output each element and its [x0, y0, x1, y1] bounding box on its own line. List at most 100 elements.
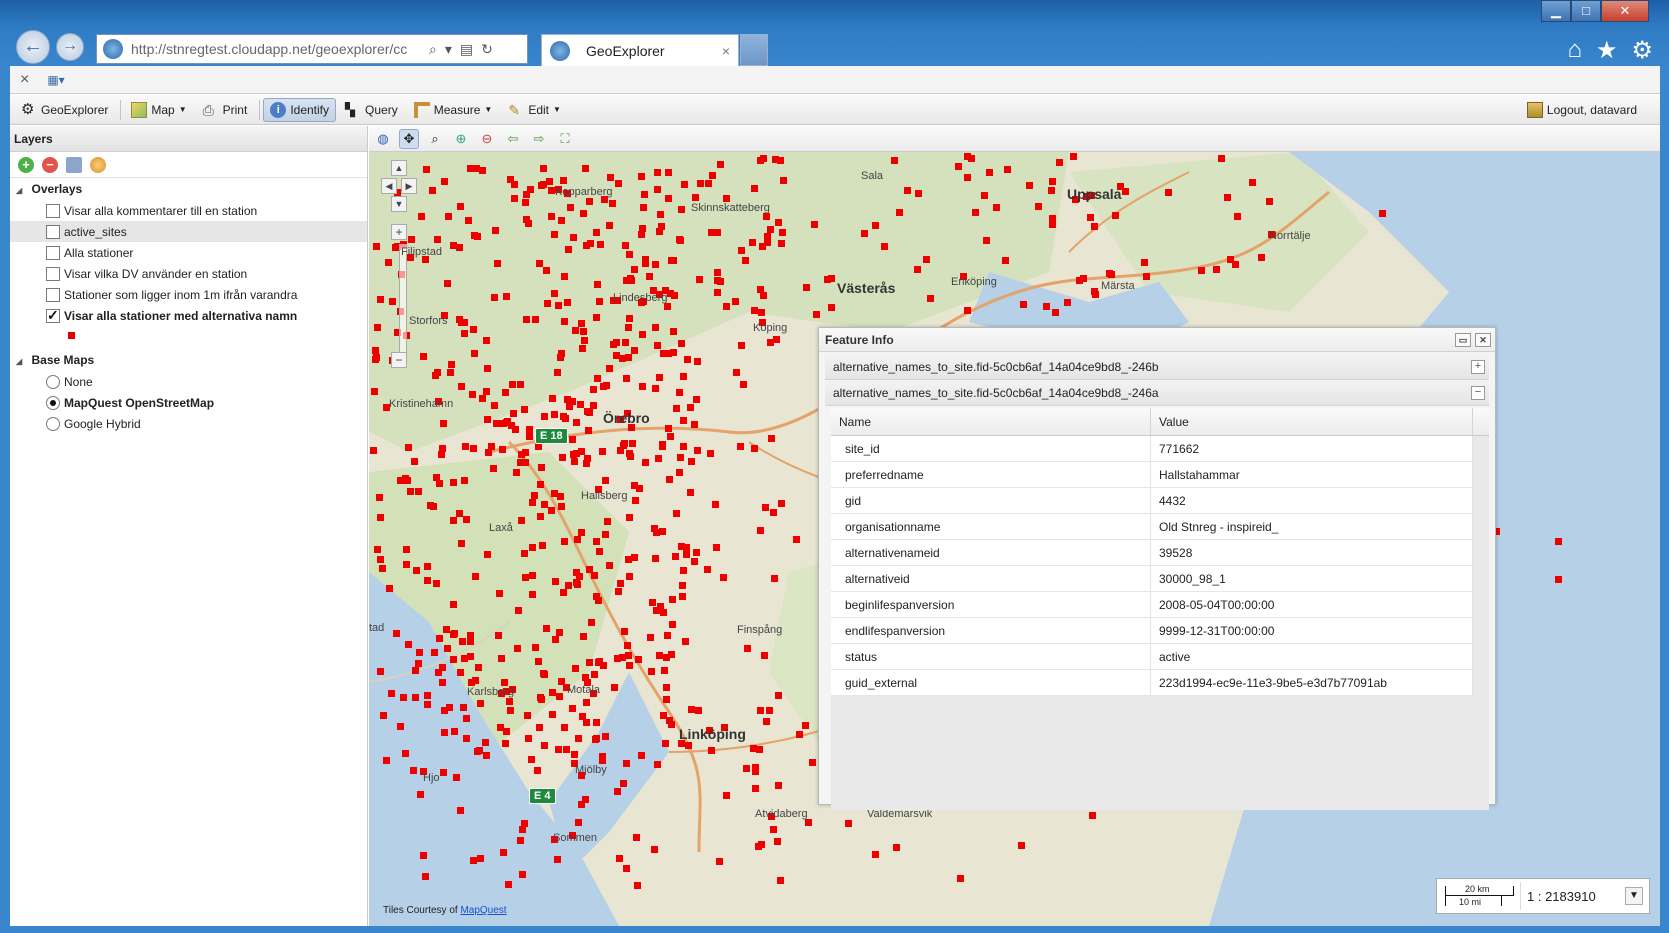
- station-marker[interactable]: [688, 458, 695, 465]
- station-marker[interactable]: [654, 186, 661, 193]
- zoom-box-icon[interactable]: ⌕: [425, 129, 445, 149]
- overlay-layer-item[interactable]: Alla stationer: [10, 242, 367, 263]
- station-marker[interactable]: [582, 165, 589, 172]
- station-marker[interactable]: [483, 752, 490, 759]
- station-marker[interactable]: [583, 699, 590, 706]
- station-marker[interactable]: [424, 563, 431, 570]
- station-marker[interactable]: [371, 388, 378, 395]
- station-marker[interactable]: [599, 753, 606, 760]
- station-marker[interactable]: [707, 450, 714, 457]
- station-marker[interactable]: [658, 223, 665, 230]
- station-marker[interactable]: [483, 388, 490, 395]
- zoom-to-extent-globe-icon[interactable]: ◍: [373, 129, 393, 149]
- station-marker[interactable]: [631, 347, 638, 354]
- station-marker[interactable]: [537, 481, 544, 488]
- station-marker[interactable]: [529, 572, 536, 579]
- station-marker[interactable]: [463, 516, 470, 523]
- station-marker[interactable]: [483, 337, 490, 344]
- station-marker[interactable]: [415, 660, 422, 667]
- station-marker[interactable]: [774, 838, 781, 845]
- station-marker[interactable]: [1048, 187, 1055, 194]
- station-marker[interactable]: [450, 479, 457, 486]
- station-marker[interactable]: [632, 497, 639, 504]
- column-header-name[interactable]: Name: [831, 408, 1151, 435]
- station-marker[interactable]: [676, 236, 683, 243]
- layer-checkbox[interactable]: [46, 307, 60, 324]
- station-marker[interactable]: [775, 219, 782, 226]
- pan-east-arrow-icon[interactable]: ▶: [401, 178, 417, 194]
- station-marker[interactable]: [638, 173, 645, 180]
- station-marker[interactable]: [713, 544, 720, 551]
- station-marker[interactable]: [526, 433, 533, 440]
- expand-plus-icon[interactable]: +: [1471, 359, 1485, 374]
- station-marker[interactable]: [540, 165, 547, 172]
- station-marker[interactable]: [574, 581, 581, 588]
- station-marker[interactable]: [796, 731, 803, 738]
- station-marker[interactable]: [659, 443, 666, 450]
- station-marker[interactable]: [491, 402, 498, 409]
- station-marker[interactable]: [682, 638, 689, 645]
- station-marker[interactable]: [615, 180, 622, 187]
- station-marker[interactable]: [405, 641, 412, 648]
- layer-checkbox[interactable]: [46, 203, 60, 218]
- station-marker[interactable]: [539, 542, 546, 549]
- station-marker[interactable]: [532, 644, 539, 651]
- station-marker[interactable]: [585, 427, 592, 434]
- station-marker[interactable]: [569, 705, 576, 712]
- station-marker[interactable]: [1049, 178, 1056, 185]
- station-marker[interactable]: [983, 237, 990, 244]
- station-marker[interactable]: [639, 225, 646, 232]
- station-marker[interactable]: [716, 858, 723, 865]
- station-marker[interactable]: [446, 704, 453, 711]
- gear-icon[interactable]: ⚙: [1631, 36, 1653, 65]
- station-marker[interactable]: [578, 801, 585, 808]
- table-row[interactable]: endlifespanversion 9999-12-31T00:00:00: [831, 618, 1473, 644]
- station-marker[interactable]: [501, 679, 508, 686]
- station-marker[interactable]: [1108, 271, 1115, 278]
- station-marker[interactable]: [511, 195, 518, 202]
- station-marker[interactable]: [445, 213, 452, 220]
- station-marker[interactable]: [386, 585, 393, 592]
- station-marker[interactable]: [1555, 538, 1562, 545]
- station-marker[interactable]: [1122, 188, 1129, 195]
- tab-close-icon[interactable]: ×: [722, 43, 730, 59]
- station-marker[interactable]: [563, 746, 570, 753]
- basemap-item[interactable]: MapQuest OpenStreetMap: [10, 392, 367, 413]
- station-marker[interactable]: [519, 871, 526, 878]
- station-marker[interactable]: [1056, 159, 1063, 166]
- station-marker[interactable]: [535, 658, 542, 665]
- station-marker[interactable]: [1035, 203, 1042, 210]
- station-marker[interactable]: [773, 336, 780, 343]
- station-marker[interactable]: [767, 226, 774, 233]
- station-marker[interactable]: [505, 881, 512, 888]
- station-marker[interactable]: [471, 350, 478, 357]
- station-marker[interactable]: [657, 211, 664, 218]
- station-marker[interactable]: [638, 231, 645, 238]
- station-marker[interactable]: [693, 549, 700, 556]
- station-marker[interactable]: [1064, 299, 1071, 306]
- station-marker[interactable]: [668, 651, 675, 658]
- station-marker[interactable]: [558, 503, 565, 510]
- station-marker[interactable]: [544, 300, 551, 307]
- home-icon[interactable]: ⌂: [1567, 36, 1582, 65]
- station-marker[interactable]: [561, 538, 568, 545]
- station-marker[interactable]: [388, 690, 395, 697]
- station-marker[interactable]: [666, 476, 673, 483]
- station-marker[interactable]: [579, 713, 586, 720]
- station-marker[interactable]: [457, 203, 464, 210]
- overlay-layer-item[interactable]: Stationer som ligger inom 1m ifrån varan…: [10, 284, 367, 305]
- station-marker[interactable]: [623, 375, 630, 382]
- station-marker[interactable]: [559, 454, 566, 461]
- station-marker[interactable]: [760, 292, 767, 299]
- station-marker[interactable]: [649, 599, 656, 606]
- station-marker[interactable]: [379, 565, 386, 572]
- station-marker[interactable]: [525, 220, 532, 227]
- station-marker[interactable]: [665, 169, 672, 176]
- station-marker[interactable]: [623, 865, 630, 872]
- station-marker[interactable]: [580, 328, 587, 335]
- maximize-button[interactable]: □: [1571, 0, 1601, 22]
- station-marker[interactable]: [593, 538, 600, 545]
- station-marker[interactable]: [479, 167, 486, 174]
- station-marker[interactable]: [583, 242, 590, 249]
- station-marker[interactable]: [626, 573, 633, 580]
